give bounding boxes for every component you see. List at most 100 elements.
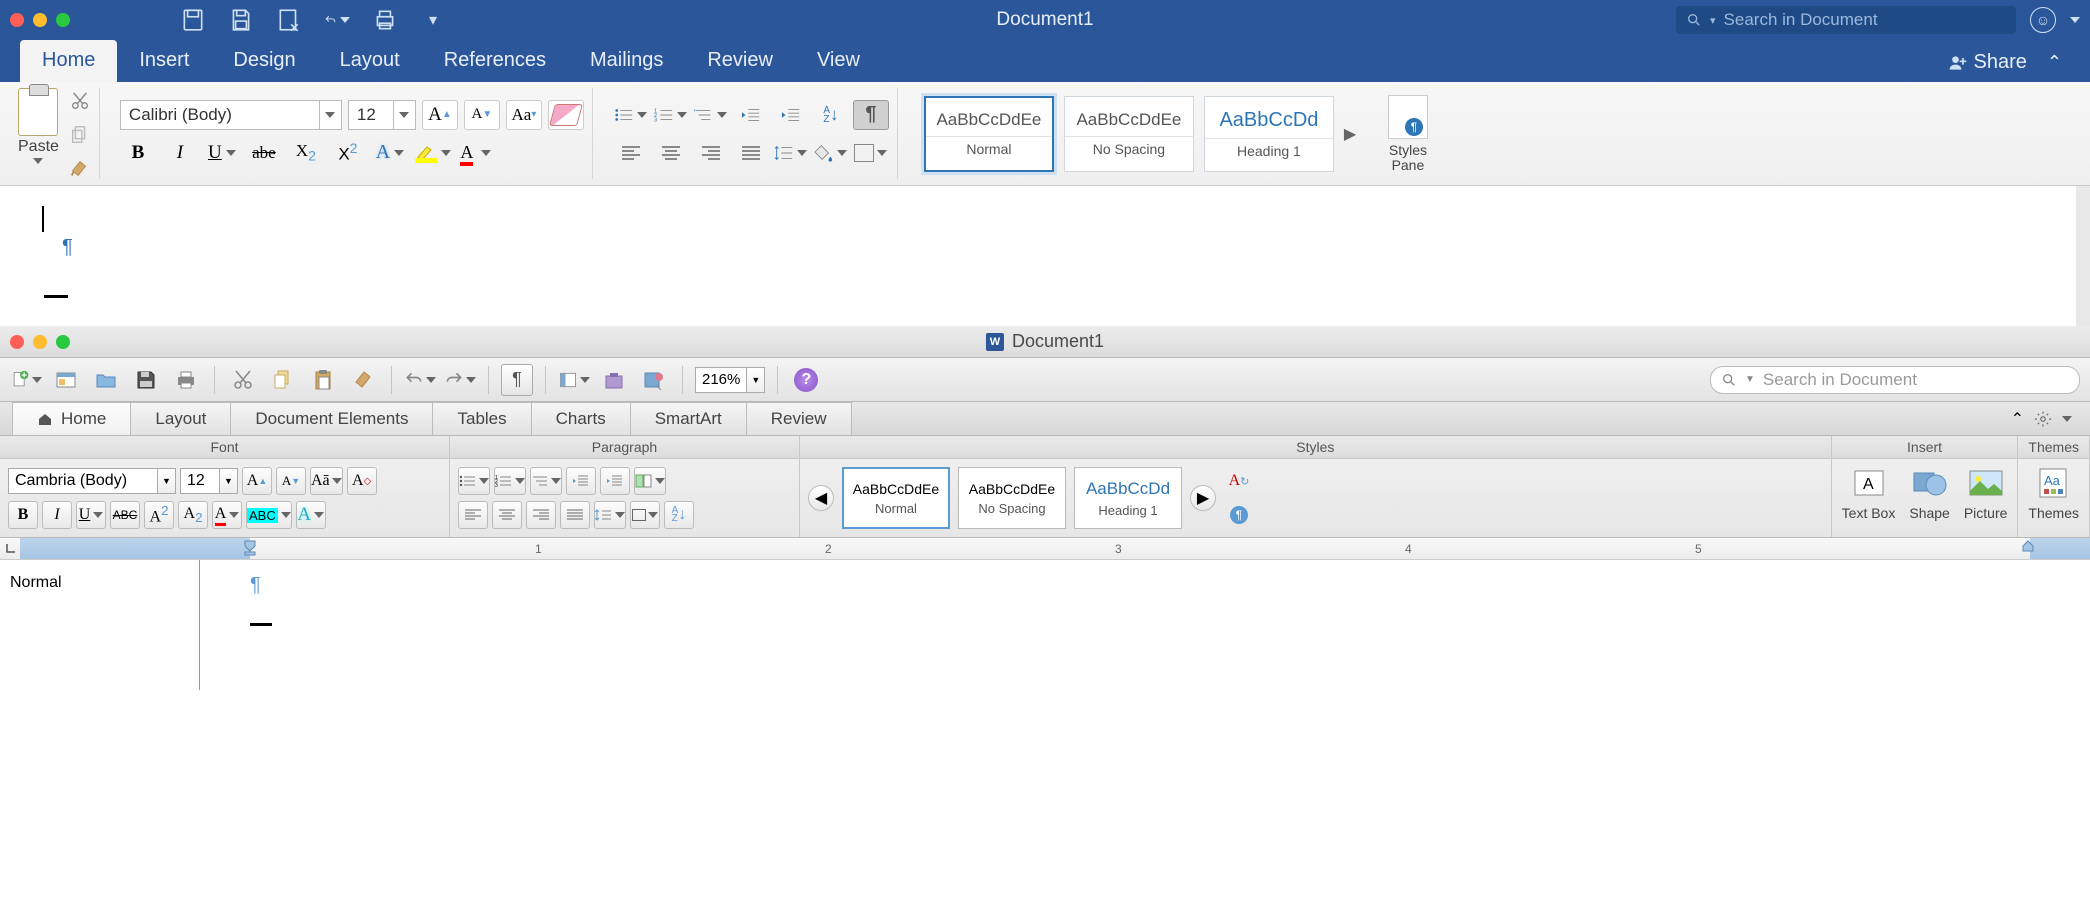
collapse-ribbon-icon[interactable]: ⌃ — [2011, 409, 2024, 429]
show-hide-button[interactable]: ¶ — [853, 100, 889, 130]
superscript-button[interactable]: A2 — [144, 501, 174, 529]
font-color-button[interactable]: A — [458, 138, 494, 168]
share-button[interactable]: Share — [1948, 51, 2027, 74]
new-icon[interactable] — [276, 7, 302, 33]
style-normal[interactable]: AaBbCcDdEe Normal — [842, 467, 950, 529]
bullets-button[interactable] — [613, 100, 649, 130]
bold-button[interactable]: B — [8, 501, 38, 529]
borders-button[interactable] — [630, 501, 660, 529]
customize-qat-icon[interactable]: ▾ — [420, 7, 446, 33]
tab-home[interactable]: Home — [20, 40, 117, 82]
underline-button[interactable]: U — [204, 138, 240, 168]
align-right-button[interactable] — [693, 138, 729, 168]
print-button[interactable] — [170, 364, 202, 396]
print-icon[interactable] — [372, 7, 398, 33]
align-left-button[interactable] — [458, 501, 488, 529]
align-right-button[interactable] — [526, 501, 556, 529]
format-painter-icon[interactable] — [69, 158, 91, 180]
search-field[interactable]: ▾ Search in Document — [1676, 6, 2016, 34]
decrease-indent-button[interactable] — [733, 100, 769, 130]
copy-icon[interactable] — [69, 124, 91, 146]
change-case-button[interactable]: Aā — [310, 467, 343, 495]
subscript-button[interactable]: X2 — [288, 138, 324, 168]
highlight-button[interactable] — [414, 138, 452, 168]
tab-selector-icon[interactable] — [4, 541, 18, 555]
help-button[interactable]: ? — [790, 364, 822, 396]
paste-button[interactable]: Paste — [18, 88, 59, 164]
tab-review[interactable]: Review — [685, 40, 795, 82]
document-area[interactable]: ¶ — [0, 186, 2090, 326]
multilevel-list-button[interactable] — [693, 100, 729, 130]
styles-next-button[interactable]: ▶ — [1190, 485, 1216, 511]
grow-font-button[interactable]: A▲ — [242, 467, 272, 495]
insert-shape-button[interactable]: Shape — [1909, 465, 1949, 521]
strikethrough-button[interactable]: abe — [246, 138, 282, 168]
text-effects-button[interactable]: A — [372, 138, 408, 168]
minimize-window-button[interactable] — [33, 335, 47, 349]
tab-design[interactable]: Design — [211, 40, 317, 82]
collapse-ribbon-icon[interactable]: ⌃ — [2047, 52, 2062, 73]
style-no-spacing[interactable]: AaBbCcDdEe No Spacing — [1064, 96, 1194, 172]
zoom-combo[interactable]: 216%▼ — [695, 367, 765, 393]
shrink-font-button[interactable]: A▼ — [464, 100, 500, 130]
styles-prev-button[interactable]: ◀ — [808, 485, 834, 511]
save-icon[interactable] — [228, 7, 254, 33]
tab-layout[interactable]: Layout — [130, 402, 231, 435]
cut-icon[interactable] — [69, 90, 91, 112]
redo-button[interactable] — [444, 364, 476, 396]
increase-indent-button[interactable] — [773, 100, 809, 130]
open-button[interactable] — [90, 364, 122, 396]
grow-font-button[interactable]: A▲ — [422, 100, 458, 130]
shading-button[interactable] — [813, 138, 849, 168]
change-case-button[interactable]: Aa▾ — [506, 100, 542, 130]
subscript-button[interactable]: A2 — [178, 501, 208, 529]
text-effects-button[interactable]: A — [296, 501, 326, 529]
shrink-font-button[interactable]: A▼ — [276, 467, 306, 495]
horizontal-ruler[interactable]: 1 2 3 4 5 — [0, 538, 2090, 560]
tab-document-elements[interactable]: Document Elements — [230, 402, 433, 435]
strikethrough-button[interactable]: ABC — [110, 501, 140, 529]
align-left-button[interactable] — [613, 138, 649, 168]
indent-marker-icon[interactable] — [244, 540, 256, 556]
borders-button[interactable] — [853, 138, 889, 168]
font-size-combo[interactable]: 12 — [348, 100, 416, 130]
gear-icon[interactable] — [2034, 410, 2052, 428]
tab-references[interactable]: References — [422, 40, 568, 82]
tab-charts[interactable]: Charts — [531, 402, 631, 435]
style-area-pane[interactable]: Normal — [0, 560, 200, 690]
document-page[interactable]: ¶ — [200, 560, 2090, 690]
line-spacing-button[interactable] — [773, 138, 809, 168]
feedback-icon[interactable]: ☺ — [2030, 7, 2056, 33]
cut-button[interactable] — [227, 364, 259, 396]
tab-smartart[interactable]: SmartArt — [630, 402, 747, 435]
minimize-window-button[interactable] — [33, 13, 47, 27]
justify-button[interactable] — [560, 501, 590, 529]
font-color-button[interactable]: A — [212, 501, 242, 529]
decrease-indent-button[interactable] — [566, 467, 596, 495]
style-heading-1[interactable]: AaBbCcDd Heading 1 — [1204, 96, 1334, 172]
tab-view[interactable]: View — [795, 40, 882, 82]
media-browser-button[interactable] — [638, 364, 670, 396]
tab-review[interactable]: Review — [746, 402, 852, 435]
sort-button[interactable]: AZ↓ — [813, 100, 849, 130]
sort-button[interactable]: AZ↓ — [664, 501, 694, 529]
clear-formatting-button[interactable]: A◇ — [347, 467, 377, 495]
italic-button[interactable]: I — [42, 501, 72, 529]
styles-pane-button[interactable]: Styles Pane — [1374, 95, 1442, 173]
change-styles-button[interactable]: A↻ — [1224, 467, 1254, 495]
clear-formatting-button[interactable] — [548, 100, 584, 130]
format-painter-button[interactable] — [347, 364, 379, 396]
close-window-button[interactable] — [10, 335, 24, 349]
numbering-button[interactable]: 123 — [653, 100, 689, 130]
styles-more-button[interactable]: ▶ — [1344, 124, 1364, 144]
right-indent-marker-icon[interactable] — [2022, 540, 2034, 556]
show-hide-button[interactable]: ¶ — [501, 364, 533, 396]
tab-layout[interactable]: Layout — [318, 40, 422, 82]
tab-insert[interactable]: Insert — [117, 40, 211, 82]
insert-textbox-button[interactable]: A Text Box — [1842, 465, 1896, 521]
multilevel-list-button[interactable] — [530, 467, 562, 495]
style-heading-1[interactable]: AaBbCcDd Heading 1 — [1074, 467, 1182, 529]
tab-tables[interactable]: Tables — [432, 402, 531, 435]
justify-button[interactable] — [733, 138, 769, 168]
line-spacing-button[interactable] — [594, 501, 626, 529]
